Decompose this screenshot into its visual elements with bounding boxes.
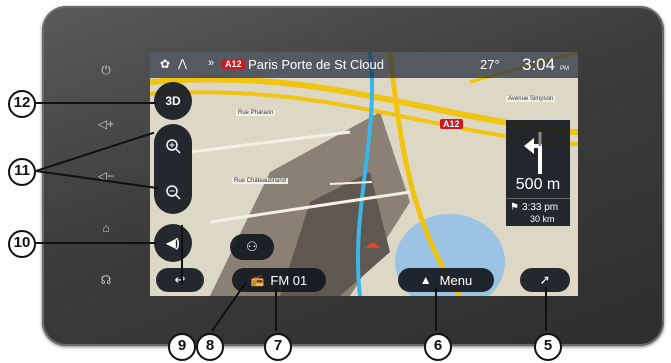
callout-line	[275, 287, 277, 331]
callout-line	[34, 102, 156, 104]
callout-11: 11	[8, 158, 36, 186]
guidance-volume-button[interactable]: ◀)	[154, 224, 192, 262]
route-info-icon: ⚇	[246, 239, 258, 254]
chevron-right-icon: »	[208, 57, 215, 69]
divider	[506, 198, 570, 199]
flag-icon: ⚑	[510, 202, 519, 213]
zoom-in-button[interactable]	[154, 124, 192, 168]
street-label: Rue Pharaon	[236, 110, 276, 116]
callout-7: 7	[264, 333, 292, 361]
temperature: 27°	[480, 57, 500, 72]
media-source-button[interactable]: 📻 FM 01	[232, 268, 326, 292]
road-badge: A12	[222, 59, 245, 69]
speaker-icon: ◀)	[166, 236, 180, 250]
zoom-control	[154, 124, 192, 214]
callout-10: 10	[8, 230, 36, 258]
volume-up-icon[interactable]: ◁+	[96, 116, 116, 132]
callout-12: 12	[8, 90, 36, 118]
callout-line	[34, 242, 156, 244]
home-icon[interactable]: ⌂	[96, 220, 116, 236]
menu-button[interactable]: ▲ Menu	[398, 268, 494, 292]
compass-icon: ➚	[539, 272, 551, 287]
voice-icon[interactable]: ☊	[96, 272, 116, 288]
radio-icon: 📻	[250, 274, 265, 287]
back-arrow-icon: ↩	[174, 272, 186, 287]
destination[interactable]: A12 Paris Porte de St Cloud	[222, 57, 384, 72]
status-bar: ✿ ⋀ » A12 Paris Porte de St Cloud 27° 3:…	[150, 52, 578, 78]
settings-icon[interactable]: ✿	[160, 57, 170, 71]
callout-6: 6	[424, 333, 452, 361]
zoom-in-icon	[166, 139, 181, 154]
callout-9: 9	[168, 333, 196, 361]
destination-label: Paris Porte de St Cloud	[248, 57, 384, 72]
media-source-label: FM 01	[270, 272, 308, 288]
menu-label: Menu	[439, 272, 473, 288]
callout-line	[435, 287, 437, 331]
street-label: Rue Châteaubriand	[232, 178, 289, 184]
callout-line	[545, 287, 547, 331]
navigation-icon[interactable]: ⋀	[178, 57, 187, 70]
zoom-out-button[interactable]	[154, 170, 192, 214]
clock-suffix: PM	[560, 66, 569, 72]
zoom-out-icon	[166, 185, 181, 200]
route-info-button[interactable]: ⚇	[230, 234, 274, 260]
callout-5: 5	[534, 333, 562, 361]
power-icon[interactable]: ⏻	[96, 62, 116, 78]
next-maneuver-panel[interactable]: 500 m ⚑ 3:33 pm 30 km	[506, 120, 570, 226]
view-3d-button[interactable]: 3D	[154, 82, 192, 120]
maneuver-distance: 500 m	[515, 176, 561, 193]
road-badge-a12: A12	[440, 116, 463, 134]
navigation-arrow-icon: ▲	[419, 273, 432, 287]
arrival-time: 3:33 pm	[522, 202, 559, 213]
callout-8: 8	[196, 333, 224, 361]
clock: 3:04	[522, 55, 556, 74]
back-button[interactable]: ↩	[156, 268, 204, 292]
turn-left-icon	[524, 132, 542, 174]
navigation-screen: A12 Rue Pharaon Rue Châteaubriand Avenue…	[150, 52, 578, 296]
street-label: Avenue Simpson	[506, 96, 556, 102]
remaining-distance: 30 km	[530, 214, 555, 224]
callout-line	[181, 225, 183, 285]
